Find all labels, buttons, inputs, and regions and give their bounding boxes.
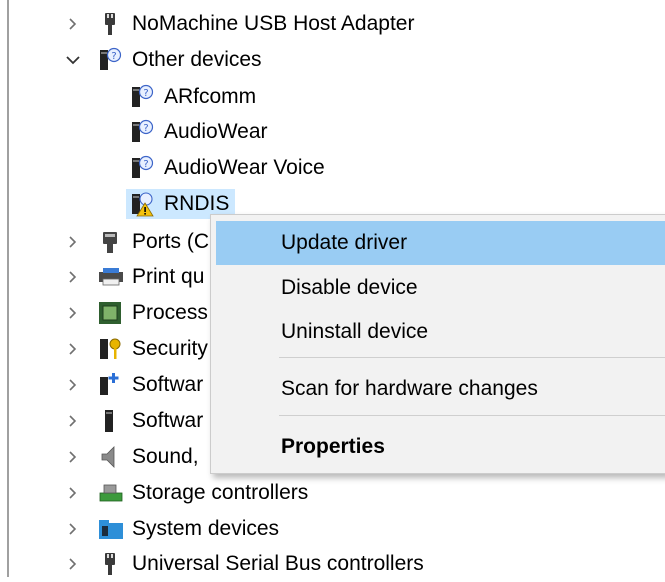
chevron-right-icon[interactable] <box>62 518 84 540</box>
tree-item-audiowear[interactable]: ? AudioWear <box>130 114 268 150</box>
tree-item-label: Security <box>132 337 208 360</box>
tree-item-other-devices[interactable]: ? Other devices <box>62 42 262 78</box>
tree-item-label: Sound, <box>132 445 199 468</box>
warning-device-icon <box>130 190 154 218</box>
tree-item-audiowear-voice[interactable]: ? AudioWear Voice <box>130 150 325 186</box>
tree-item-system-devices[interactable]: System devices <box>62 511 279 547</box>
chevron-right-icon[interactable] <box>62 13 84 35</box>
tree-item-label: NoMachine USB Host Adapter <box>132 12 415 35</box>
menu-item-label: Scan for hardware changes <box>281 377 538 400</box>
unknown-device-icon: ? <box>130 118 154 146</box>
menu-separator <box>279 415 665 416</box>
tree-item-label: AudioWear Voice <box>164 156 325 179</box>
chevron-right-icon[interactable] <box>62 446 84 468</box>
chevron-right-icon[interactable] <box>62 553 84 575</box>
menu-item-properties[interactable]: Properties <box>216 425 665 469</box>
chevron-right-icon[interactable] <box>62 482 84 504</box>
menu-item-label: Disable device <box>281 276 418 299</box>
printer-icon <box>98 263 123 291</box>
chevron-right-icon[interactable] <box>62 338 84 360</box>
port-icon <box>98 228 122 256</box>
tree-item-label: Storage controllers <box>132 481 309 504</box>
tree-item-software-components[interactable]: Softwar <box>62 367 203 403</box>
menu-item-scan-hardware[interactable]: Scan for hardware changes <box>216 367 665 411</box>
tree-item-label: Softwar <box>132 409 204 432</box>
tree-item-sound[interactable]: Sound, <box>62 439 199 475</box>
tree-item-label: Ports (C <box>132 230 210 253</box>
tree-item-arfcomm[interactable]: ? ARfcomm <box>130 79 256 115</box>
menu-item-label: Update driver <box>281 231 408 254</box>
tree-item-label: RNDIS <box>164 192 230 215</box>
usb-plug-icon <box>98 10 122 38</box>
tree-item-label: Process <box>132 301 208 324</box>
processor-icon <box>98 299 122 327</box>
tree-item-label: AudioWear <box>164 120 268 143</box>
menu-item-label: Properties <box>281 435 385 458</box>
svg-text:?: ? <box>143 123 148 134</box>
tree-item-security-devices[interactable]: Security <box>62 331 208 367</box>
security-key-icon <box>98 335 122 363</box>
menu-item-uninstall-device[interactable]: Uninstall device <box>216 310 665 354</box>
chevron-right-icon[interactable] <box>62 266 84 288</box>
tree-item-label: System devices <box>132 517 280 540</box>
tree-item-label: ARfcomm <box>164 85 257 108</box>
tree-item-storage-controllers[interactable]: Storage controllers <box>62 475 308 511</box>
unknown-device-icon: ? <box>130 154 154 182</box>
svg-text:?: ? <box>143 159 148 170</box>
tree-item-processors[interactable]: Process <box>62 295 208 331</box>
svg-text:?: ? <box>143 88 148 99</box>
tree-item-ports[interactable]: Ports (C <box>62 224 209 260</box>
tree-item-print-queues[interactable]: Print qu <box>62 259 204 295</box>
usb-plug-icon <box>98 550 122 578</box>
menu-separator <box>279 357 665 358</box>
chevron-right-icon[interactable] <box>62 231 84 253</box>
menu-item-label: Uninstall device <box>281 320 429 343</box>
tree-item-label: Universal Serial Bus controllers <box>132 552 424 575</box>
chevron-right-icon[interactable] <box>62 302 84 324</box>
tree-item-software-devices[interactable]: Softwar <box>62 403 203 439</box>
chevron-right-icon[interactable] <box>62 374 84 396</box>
chevron-right-icon[interactable] <box>62 410 84 432</box>
svg-text:?: ? <box>111 51 116 62</box>
menu-item-disable-device[interactable]: Disable device <box>216 266 665 310</box>
tree-item-label: Softwar <box>132 373 204 396</box>
menu-item-update-driver[interactable]: Update driver <box>216 221 665 265</box>
speaker-icon <box>98 443 122 471</box>
unknown-device-icon: ? <box>98 46 122 74</box>
chevron-down-icon[interactable] <box>62 49 84 71</box>
tree-item-label: Other devices <box>132 48 262 71</box>
software-device-icon <box>98 407 122 435</box>
tree-item-label: Print qu <box>132 265 205 288</box>
storage-controller-icon <box>98 479 123 507</box>
system-folder-icon <box>98 515 123 543</box>
context-menu: Update driver Disable device Uninstall d… <box>210 214 665 474</box>
software-component-icon <box>98 371 122 399</box>
tree-item-nomachine[interactable]: NoMachine USB Host Adapter <box>62 6 414 42</box>
unknown-device-icon: ? <box>130 83 154 111</box>
